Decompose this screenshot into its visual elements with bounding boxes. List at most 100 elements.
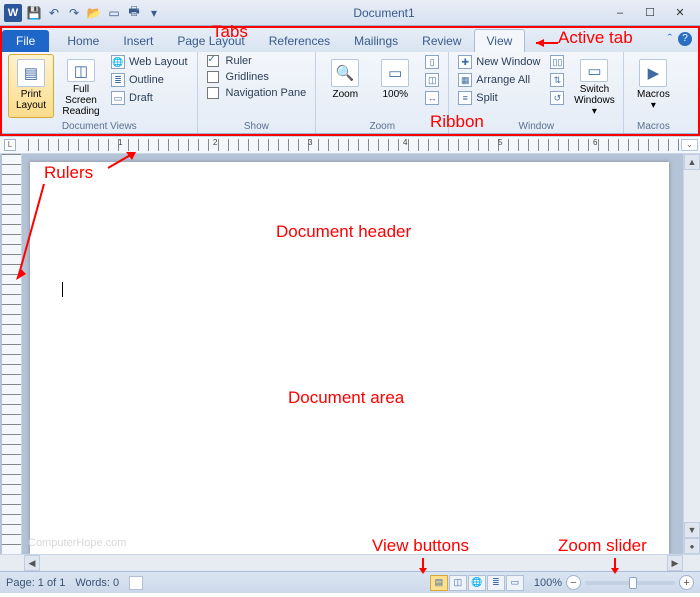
scroll-right-icon[interactable]: ▶: [667, 555, 683, 571]
group-label-window: Window: [455, 120, 617, 133]
status-proofing-icon[interactable]: [129, 576, 143, 590]
tab-mailings[interactable]: Mailings: [342, 30, 410, 52]
view-web-layout-button[interactable]: 🌐: [468, 575, 486, 591]
quickprint-icon[interactable]: 🖶: [126, 5, 142, 21]
scroll-up-icon[interactable]: ▲: [684, 154, 700, 170]
help-icon[interactable]: ?: [678, 32, 692, 46]
gridlines-checkbox[interactable]: Gridlines: [204, 70, 310, 84]
zoom-in-button[interactable]: +: [679, 575, 694, 590]
view-buttons: ▤ ◫ 🌐 ≣ ▭: [430, 575, 524, 591]
group-zoom: 🔍 Zoom ▭ 100% ▯ ◫ ↔ Zoom: [316, 52, 449, 133]
group-label-zoom: Zoom: [322, 120, 442, 133]
status-page[interactable]: Page: 1 of 1: [6, 577, 65, 589]
scroll-h-track[interactable]: [40, 556, 667, 571]
ruler-toggle-button[interactable]: ⌄: [681, 139, 698, 151]
navigation-pane-checkbox[interactable]: Navigation Pane: [204, 86, 310, 100]
draft-label: Draft: [129, 92, 153, 104]
quick-access-toolbar: 💾 ↶ ↷ 📂 ▭ 🖶 ▾: [26, 5, 162, 21]
group-document-views: ▤ Print Layout ◫ Full Screen Reading 🌐We…: [2, 52, 198, 133]
zoom-slider-thumb[interactable]: [629, 577, 637, 589]
window-controls: – ☐ ✕: [606, 4, 700, 22]
browse-object-icon[interactable]: ●: [684, 538, 700, 554]
zoom-button[interactable]: 🔍 Zoom: [322, 54, 368, 118]
web-layout-button[interactable]: 🌐Web Layout: [108, 54, 191, 70]
tab-page-layout[interactable]: Page Layout: [165, 30, 256, 52]
scrollbar-vertical[interactable]: ▲ ▼ ●: [683, 154, 700, 554]
ribbon-outline: File Home Insert Page Layout References …: [0, 26, 700, 136]
reset-window-icon: ↺: [550, 91, 564, 105]
macros-icon: ▶: [639, 59, 667, 87]
open-icon[interactable]: 📂: [86, 5, 102, 21]
ruler-label: Ruler: [226, 55, 252, 67]
new-window-label: New Window: [476, 56, 540, 68]
sync-scroll-button[interactable]: ⇅: [547, 72, 567, 88]
outline-label: Outline: [129, 74, 164, 86]
macros-button[interactable]: ▶ Macros▾: [630, 54, 676, 118]
tab-selector[interactable]: L: [4, 139, 16, 151]
view-outline-button[interactable]: ≣: [487, 575, 505, 591]
print-layout-button[interactable]: ▤ Print Layout: [8, 54, 54, 118]
tab-references[interactable]: References: [257, 30, 342, 52]
save-icon[interactable]: 💾: [26, 5, 42, 21]
view-full-screen-button[interactable]: ◫: [449, 575, 467, 591]
switch-windows-label: Switch Windows ▾: [572, 84, 616, 117]
status-words[interactable]: Words: 0: [75, 577, 119, 589]
group-label-show: Show: [204, 120, 310, 133]
arrange-all-button[interactable]: ▦Arrange All: [455, 72, 543, 88]
navpane-check-icon: [207, 87, 219, 99]
zoom-out-button[interactable]: −: [566, 575, 581, 590]
tab-insert[interactable]: Insert: [111, 30, 165, 52]
ruler-vertical[interactable]: [2, 154, 22, 554]
close-button[interactable]: ✕: [666, 4, 694, 22]
tab-view[interactable]: View: [474, 29, 526, 52]
watermark: ComputerHope.com: [28, 537, 126, 549]
page-wrap: [24, 154, 683, 554]
scroll-left-icon[interactable]: ◀: [24, 555, 40, 571]
arrange-all-label: Arrange All: [476, 74, 530, 86]
view-draft-button[interactable]: ▭: [506, 575, 524, 591]
draft-button[interactable]: ▭Draft: [108, 90, 191, 106]
sync-scroll-icon: ⇅: [550, 73, 564, 87]
minimize-button[interactable]: –: [606, 4, 634, 22]
gridlines-check-icon: [207, 71, 219, 83]
tab-home[interactable]: Home: [55, 30, 111, 52]
tab-file[interactable]: File: [2, 30, 49, 52]
reset-window-button[interactable]: ↺: [547, 90, 567, 106]
zoom-percent[interactable]: 100%: [534, 577, 562, 589]
scroll-down-icon[interactable]: ▼: [684, 522, 700, 538]
ruler-num-5: 5: [498, 138, 502, 147]
split-label: Split: [476, 92, 497, 104]
web-layout-icon: 🌐: [111, 55, 125, 69]
one-page-button[interactable]: ▯: [422, 54, 442, 70]
group-show: Ruler Gridlines Navigation Pane Show: [198, 52, 317, 133]
full-screen-reading-label: Full Screen Reading: [59, 84, 103, 117]
scrollbar-horizontal[interactable]: ◀ ▶: [24, 555, 683, 571]
switch-windows-button[interactable]: ▭ Switch Windows ▾: [571, 54, 617, 118]
full-screen-reading-button[interactable]: ◫ Full Screen Reading: [58, 54, 104, 118]
new-icon[interactable]: ▭: [106, 5, 122, 21]
view-print-layout-button[interactable]: ▤: [430, 575, 448, 591]
maximize-button[interactable]: ☐: [636, 4, 664, 22]
qat-dropdown-icon[interactable]: ▾: [146, 5, 162, 21]
zoom-slider[interactable]: [585, 581, 675, 585]
redo-icon[interactable]: ↷: [66, 5, 82, 21]
minimize-ribbon-icon[interactable]: ˆ: [668, 31, 672, 46]
page-width-button[interactable]: ↔: [422, 90, 442, 106]
ruler-horizontal[interactable]: L 1 2 3 4 5 6 ⌄: [0, 136, 700, 154]
scroll-v-track[interactable]: [684, 170, 700, 522]
view-side-by-side-button[interactable]: ▯▯: [547, 54, 567, 70]
ruler-checkbox[interactable]: Ruler: [204, 54, 310, 68]
text-cursor: [62, 282, 63, 297]
hundred-percent-button[interactable]: ▭ 100%: [372, 54, 418, 118]
hundred-percent-icon: ▭: [381, 59, 409, 87]
new-window-button[interactable]: ✚New Window: [455, 54, 543, 70]
ruler-num-6: 6: [593, 138, 597, 147]
document-page[interactable]: [30, 162, 669, 554]
split-button[interactable]: ≡Split: [455, 90, 543, 106]
undo-icon[interactable]: ↶: [46, 5, 62, 21]
two-pages-button[interactable]: ◫: [422, 72, 442, 88]
navpane-label: Navigation Pane: [226, 87, 307, 99]
print-layout-icon: ▤: [17, 59, 45, 87]
outline-button[interactable]: ≣Outline: [108, 72, 191, 88]
tab-review[interactable]: Review: [410, 30, 473, 52]
